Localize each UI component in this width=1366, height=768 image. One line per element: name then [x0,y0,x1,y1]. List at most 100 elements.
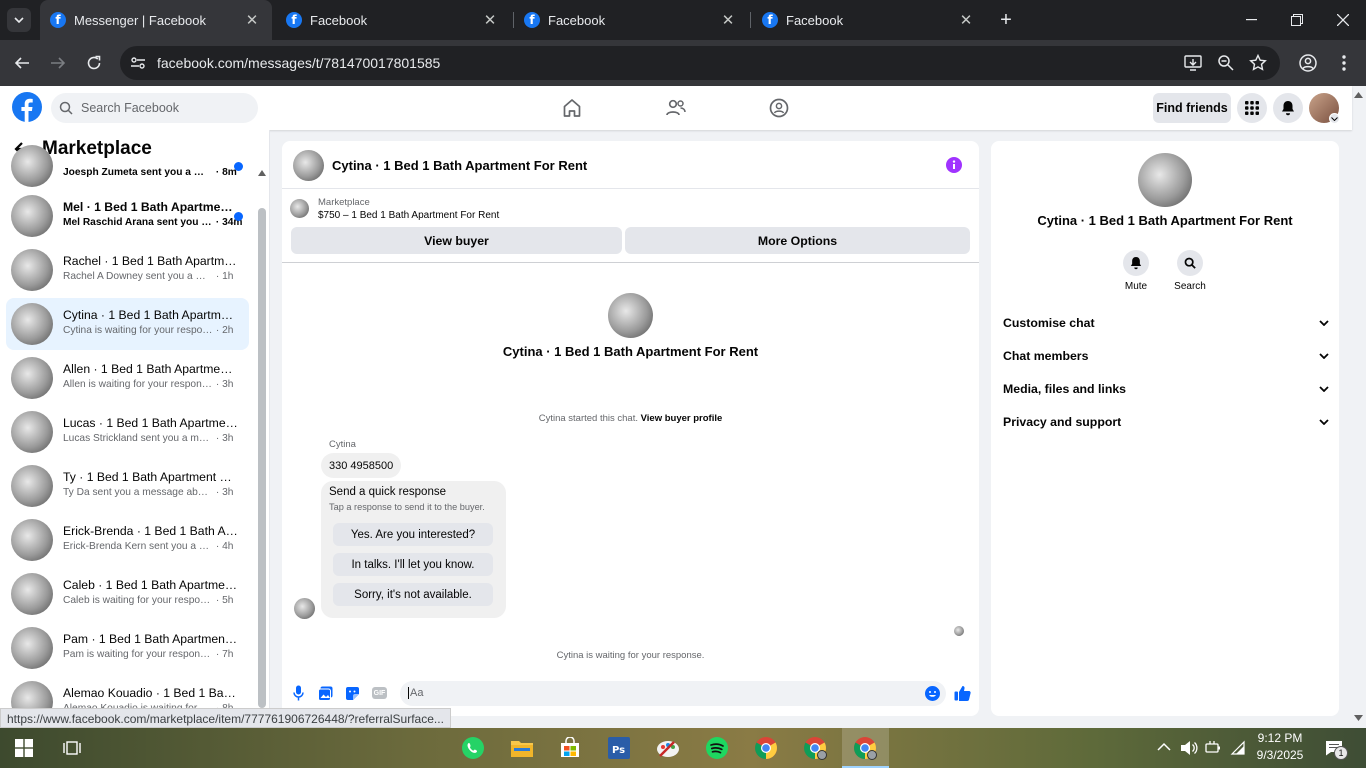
battery-icon[interactable] [1205,740,1221,756]
microphone-icon[interactable] [293,685,304,701]
chat-avatar[interactable] [293,150,324,181]
privacy-support-section[interactable]: Privacy and support [1003,412,1329,432]
bookmark-star-icon[interactable] [1249,54,1267,72]
tab-messenger[interactable]: f Messenger | Facebook ✕ [40,0,272,40]
close-window-button[interactable] [1320,0,1366,40]
mute-button[interactable] [1123,250,1149,276]
zoom-icon[interactable] [1217,54,1235,72]
friends-nav-button[interactable] [662,94,690,122]
info-icon[interactable] [946,157,962,173]
whatsapp-app[interactable] [458,733,488,763]
chrome-profile-app[interactable] [800,733,830,763]
paint-app[interactable] [653,733,683,763]
conversation-preview-row: Joesph Zumeta sent you a mess... · 8m [63,167,243,178]
photoshop-app[interactable]: Ps [604,733,634,763]
home-nav-button[interactable] [558,94,586,122]
restore-button[interactable] [1274,0,1320,40]
forward-button[interactable] [43,48,73,78]
listing-title[interactable]: $750 – 1 Bed 1 Bath Apartment For Rent [318,210,499,221]
groups-nav-button[interactable] [765,94,793,122]
media-files-links-section[interactable]: Media, files and links [1003,379,1329,399]
chrome-active-app[interactable] [850,733,880,763]
microsoft-store-app[interactable] [555,733,585,763]
search-in-chat-button[interactable] [1177,250,1203,276]
conversation-item[interactable]: Mel · 1 Bed 1 Bath Apartment ... Mel Rasc… [6,190,249,242]
spotify-app[interactable] [702,733,732,763]
close-tab-icon[interactable]: ✕ [482,11,498,29]
install-app-icon[interactable] [1184,54,1202,72]
message-input[interactable]: Aa [400,681,946,706]
conversation-item[interactable]: Pam · 1 Bed 1 Bath Apartment F... Pam is … [6,622,249,674]
conversation-item[interactable]: Rachel · 1 Bed 1 Bath Apartmen... Rachel … [6,244,249,296]
view-buyer-button[interactable]: View buyer [291,227,622,254]
photo-icon[interactable] [318,686,333,701]
conversation-item[interactable]: Joesph Zumeta sent you a mess... · 8m [6,140,249,192]
conversation-item[interactable]: Caleb · 1 Bed 1 Bath Apartment ... Caleb … [6,568,249,620]
find-friends-button[interactable]: Find friends [1153,93,1231,123]
conversation-time: 2h [222,325,234,336]
menu-button[interactable] [1237,93,1267,123]
sticker-icon[interactable] [345,686,360,701]
start-button[interactable] [9,733,39,763]
close-tab-icon[interactable]: ✕ [720,11,736,29]
conversation-item[interactable]: Lucas · 1 Bed 1 Bath Apartment ... Lucas … [6,406,249,458]
more-options-button[interactable]: More Options [625,227,970,254]
sidebar-scrollbar[interactable] [258,168,266,713]
conversation-item[interactable]: Ty · 1 Bed 1 Bath Apartment For... Ty Da … [6,460,249,512]
sidebar-scroll-up-icon[interactable] [258,170,266,176]
clock-time[interactable]: 9:12 PM [1254,731,1306,745]
tab-facebook-3[interactable]: f Facebook ✕ [752,0,986,40]
page-scroll-up-icon[interactable] [1354,92,1363,98]
address-bar[interactable]: facebook.com/messages/t/781470017801585 [120,46,1280,80]
chat-title[interactable]: Cytina · 1 Bed 1 Bath Apartment For Rent [332,158,587,173]
chat-members-section[interactable]: Chat members [1003,346,1329,366]
file-explorer-app[interactable] [507,733,537,763]
tab-facebook-2[interactable]: f Facebook ✕ [514,0,748,40]
close-tab-icon[interactable]: ✕ [244,11,260,29]
customise-chat-section[interactable]: Customise chat [1003,313,1329,333]
conversation-time: 4h [222,541,234,552]
wifi-icon[interactable] [1230,740,1246,756]
chrome-app[interactable] [751,733,781,763]
details-avatar[interactable] [1138,153,1192,207]
task-view-button[interactable] [57,733,87,763]
chevron-up-icon[interactable] [1157,742,1171,751]
listing-thumbnail[interactable] [290,199,309,218]
message-bubble[interactable]: 330 4958500 [321,453,402,478]
clock-date[interactable]: 9/3/2025 [1252,748,1308,762]
page-scroll-down-icon[interactable] [1354,715,1363,721]
notifications-button[interactable] [1273,93,1303,123]
gif-icon[interactable]: GIF [372,687,387,699]
conversation-item[interactable]: Cytina · 1 Bed 1 Bath Apartment... Cytina… [6,298,249,350]
close-tab-icon[interactable]: ✕ [958,11,974,29]
chrome-icon [755,737,777,759]
site-settings-icon[interactable] [130,55,146,71]
conversation-preview: Mel Raschid Arana sent you a... [63,217,213,228]
conversation-item[interactable]: Erick-Brenda · 1 Bed 1 Bath Apar... Erick… [6,514,249,566]
back-button[interactable] [7,48,37,78]
emoji-icon[interactable] [925,686,940,701]
account-chevron-icon[interactable] [1329,113,1340,124]
quick-response-in-talks[interactable]: In talks. I'll let you know. [333,553,493,576]
forward-arrow-icon [51,57,66,69]
quick-response-not-available[interactable]: Sorry, it's not available. [333,583,493,606]
tab-facebook-1[interactable]: f Facebook ✕ [276,0,510,40]
facebook-search-input[interactable]: Search Facebook [51,93,258,123]
thumbs-up-icon[interactable] [954,685,971,701]
minimize-button[interactable] [1228,0,1274,40]
new-tab-button[interactable]: + [994,8,1018,32]
conversation-title: Rachel · 1 Bed 1 Bath Apartmen... [63,254,238,268]
chrome-menu-button[interactable] [1329,48,1359,78]
volume-icon[interactable] [1180,740,1198,756]
conversation-preview: Cytina is waiting for your response. [63,325,213,336]
sidebar-scroll-thumb[interactable] [258,208,266,708]
facebook-logo-icon[interactable] [12,92,42,122]
chrome-icon [854,737,877,760]
reload-button[interactable] [79,48,109,78]
buyer-avatar[interactable] [608,293,653,338]
tab-search-button[interactable] [7,8,31,32]
profile-button[interactable] [1293,48,1323,78]
view-buyer-profile-link[interactable]: View buyer profile [641,413,723,424]
conversation-item[interactable]: Allen · 1 Bed 1 Bath Apartment ... Allen … [6,352,249,404]
quick-response-yes[interactable]: Yes. Are you interested? [333,523,493,546]
